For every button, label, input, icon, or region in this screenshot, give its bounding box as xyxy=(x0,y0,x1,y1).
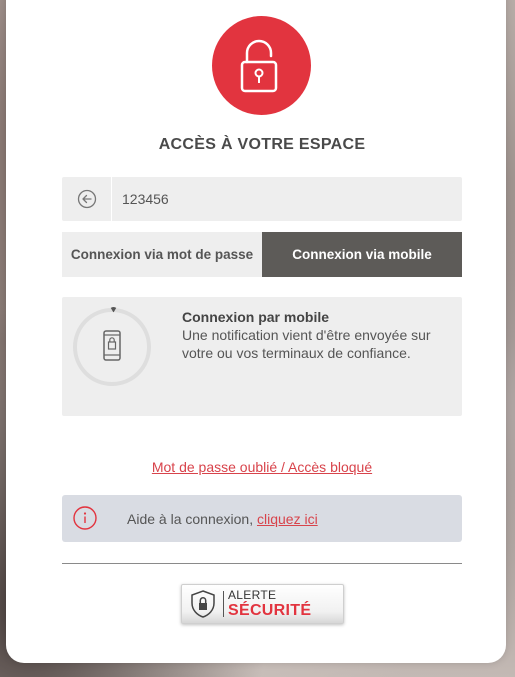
back-button[interactable] xyxy=(62,177,112,221)
tab-mobile-login[interactable]: Connexion via mobile xyxy=(262,232,462,277)
shield-lock-icon xyxy=(191,590,215,618)
forgot-password-link[interactable]: Mot de passe oublié / Accès bloqué xyxy=(6,459,515,475)
badge-alert-label: ALERTE xyxy=(228,588,277,602)
badge-separator xyxy=(223,591,224,617)
info-icon xyxy=(73,506,97,530)
mobile-panel-text: Une notification vient d'être envoyée su… xyxy=(182,327,431,361)
arrow-left-circle-icon xyxy=(77,189,96,209)
login-card: ACCÈS À VOTRE ESPACE Connexion via mot d… xyxy=(6,0,506,663)
smartphone-lock-icon xyxy=(103,330,121,361)
help-link[interactable]: cliquez ici xyxy=(257,511,318,527)
tab-password-login[interactable]: Connexion via mot de passe xyxy=(62,232,262,277)
security-alert-badge[interactable]: ALERTE SÉCURITÉ xyxy=(181,584,344,624)
divider xyxy=(62,563,462,564)
page-title: ACCÈS À VOTRE ESPACE xyxy=(158,136,366,153)
login-method-tabs: Connexion via mot de passe Connexion via… xyxy=(62,232,462,277)
help-text: Aide à la connexion, cliquez ici xyxy=(127,511,318,527)
mobile-panel-title: Connexion par mobile xyxy=(182,309,330,325)
user-id-field xyxy=(62,177,462,221)
mobile-login-panel: Connexion par mobile Une notification vi… xyxy=(62,297,462,416)
help-box: Aide à la connexion, cliquez ici xyxy=(62,495,462,542)
help-label: Aide à la connexion, xyxy=(127,511,257,527)
badge-security-label: SÉCURITÉ xyxy=(228,602,312,619)
loading-spinner xyxy=(73,307,151,386)
user-id-input[interactable] xyxy=(112,177,452,221)
unlock-icon xyxy=(212,16,311,115)
